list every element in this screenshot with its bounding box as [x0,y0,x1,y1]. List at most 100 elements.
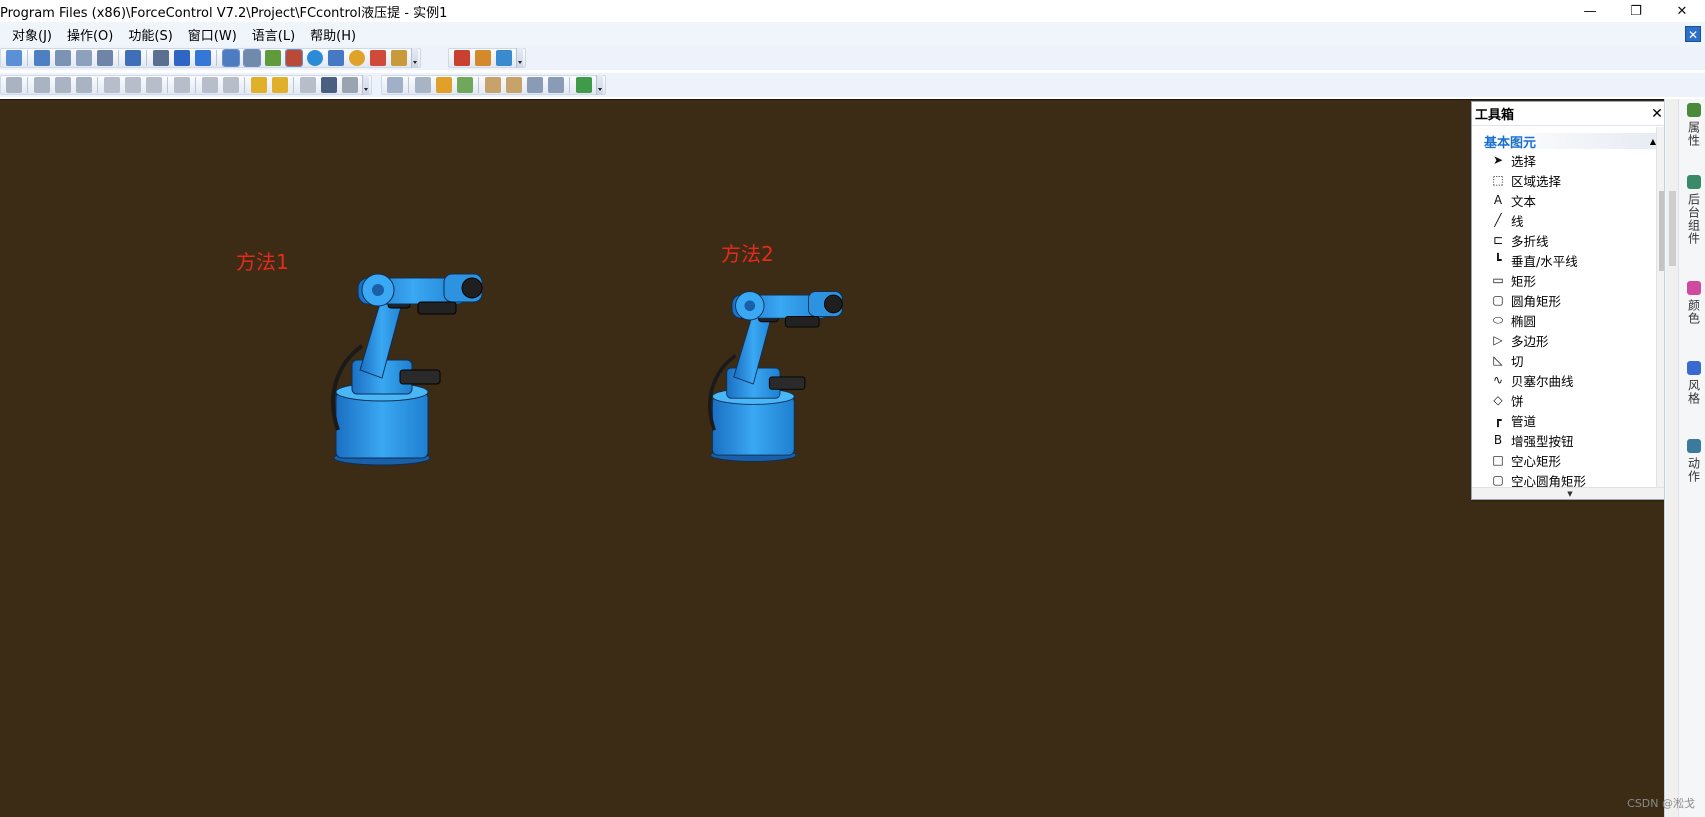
robot-arm-image-1[interactable] [322,250,502,470]
tool-item-3[interactable]: ╱ 线 [1490,210,1668,230]
minimize-button[interactable]: — [1567,0,1613,22]
users-icon[interactable] [327,50,344,66]
ungroup-icon[interactable] [222,77,239,93]
component-icon[interactable] [456,77,473,93]
duplicate-icon[interactable] [173,77,190,93]
dock-tab-1[interactable]: 后台组件 [1682,175,1705,245]
toolbox-body: 基本图元 ▲ ➤ 选择 ⬚ 区域选择 A 文本 ╱ 线 ⊏ 多折线 ┗ 垂直/水平线 ▭ 矩形 ▢ 圆角矩形 ⬭… [1472,127,1668,489]
dock-tab-icon [1687,439,1701,453]
toolbar-separator [146,50,147,66]
tool-item-8[interactable]: ⬭ 椭圆 [1490,310,1668,330]
tool-item-12[interactable]: ◇ 饼 [1490,390,1668,410]
drawing-canvas[interactable]: 方法1 方法2 [0,99,1664,817]
toolbar-file-group [0,48,421,68]
restore-button[interactable]: ❐ [1613,0,1659,22]
tool-item-15[interactable]: □ 空心矩形 [1490,450,1668,470]
toolbar-separator [27,77,28,93]
edit-mode-icon[interactable] [221,49,240,67]
canvas-scrollbar-thumb[interactable] [1669,191,1676,266]
close-window-button[interactable]: ✕ [1659,0,1705,22]
dock-tab-3[interactable]: 风格 [1682,361,1705,405]
bar-chart-icon[interactable] [474,50,491,66]
bezier-icon: ∿ [1492,373,1504,387]
menu-language[interactable]: 语言(L) [252,25,295,44]
send-back-icon[interactable] [271,77,288,93]
table-add-icon[interactable] [575,77,592,93]
tool-item-11[interactable]: ∿ 贝塞尔曲线 [1490,370,1668,390]
tool-item-2[interactable]: A 文本 [1490,190,1668,210]
toolbar-overflow-button[interactable] [516,48,523,68]
menu-window[interactable]: 窗口(W) [188,25,237,44]
align-middle-icon[interactable] [54,77,71,93]
stats-icon[interactable] [75,50,92,66]
insert-icon[interactable] [386,77,403,93]
text-format-icon[interactable] [547,77,564,93]
link-icon[interactable] [484,77,501,93]
trend-icon[interactable] [453,50,470,66]
print-icon[interactable] [124,50,141,66]
refresh-icon[interactable] [173,50,190,66]
settings-icon[interactable] [242,49,261,67]
grid-icon[interactable] [96,50,113,66]
rounded-rectangle-icon: ▢ [1492,293,1504,307]
tool-item-0[interactable]: ➤ 选择 [1490,150,1668,170]
method-2-label[interactable]: 方法2 [721,238,774,267]
zoom-icon[interactable] [414,77,431,93]
align-left-icon[interactable] [5,77,22,93]
find-icon[interactable] [152,50,169,66]
tool-item-10[interactable]: ◺ 切 [1490,350,1668,370]
globe-icon[interactable] [306,50,323,66]
scroll-down-caret-icon: ▼ [1567,489,1573,498]
toolbar-overflow-button[interactable] [362,75,369,95]
align-grid-icon[interactable] [75,77,92,93]
color-wheel-icon[interactable] [348,50,365,66]
toolbar-overflow-button[interactable] [411,48,418,68]
rotate-icon[interactable] [145,77,162,93]
group-basic-primitives[interactable]: 基本图元 ▲ [1484,133,1660,151]
lock-icon[interactable] [341,77,358,93]
image-icon[interactable] [435,77,452,93]
canvas-vertical-scrollbar[interactable] [1666,99,1679,817]
layers-icon[interactable] [369,50,386,66]
toolbar-overflow-button[interactable] [596,75,603,95]
polygon-icon: ▷ [1493,333,1503,347]
dock-tab-0[interactable]: 属性 [1682,103,1705,147]
group-icon[interactable] [201,77,218,93]
export-icon[interactable] [505,77,522,93]
toolbox-scroll-down-button[interactable]: ▼ [1472,487,1668,499]
tool-item-6[interactable]: ▭ 矩形 [1490,270,1668,290]
menu-operation[interactable]: 操作(O) [67,25,113,44]
tool-item-14[interactable]: B 增强型按钮 [1490,430,1668,450]
tools-icon[interactable] [284,49,303,67]
import-icon[interactable] [264,50,281,66]
group-chart-icon[interactable] [495,50,512,66]
key-icon[interactable] [390,50,407,66]
redo-icon[interactable] [5,50,22,66]
tool-item-label: 选择 [1511,153,1537,169]
copy-icon[interactable] [299,77,316,93]
tool-item-1[interactable]: ⬚ 区域选择 [1490,170,1668,190]
save-all-icon[interactable] [54,50,71,66]
menu-help[interactable]: 帮助(H) [310,25,356,44]
tool-item-4[interactable]: ⊏ 多折线 [1490,230,1668,250]
robot-arm-image-2[interactable] [700,268,860,468]
toolbox-close-button[interactable]: ✕ [1650,106,1664,122]
tool-item-5[interactable]: ┗ 垂直/水平线 [1490,250,1668,270]
menu-function[interactable]: 功能(S) [128,25,172,44]
method-1-label[interactable]: 方法1 [236,246,289,275]
dock-tab-2[interactable]: 颜色 [1682,281,1705,325]
resize-icon[interactable] [526,77,543,93]
download-icon[interactable] [33,50,50,66]
document-close-button[interactable]: ✕ [1685,26,1701,42]
tool-item-7[interactable]: ▢ 圆角矩形 [1490,290,1668,310]
bring-front-icon[interactable] [250,77,267,93]
window-icon[interactable] [194,50,211,66]
flip-vertical-icon[interactable] [124,77,141,93]
flip-horizontal-icon[interactable] [103,77,120,93]
tool-item-13[interactable]: ┏ 管道 [1490,410,1668,430]
menu-object[interactable]: 对象(J) [12,25,52,44]
dock-tab-4[interactable]: 动作 [1682,439,1705,483]
align-top-icon[interactable] [33,77,50,93]
monitor-icon[interactable] [320,77,337,93]
tool-item-9[interactable]: ▷ 多边形 [1490,330,1668,350]
